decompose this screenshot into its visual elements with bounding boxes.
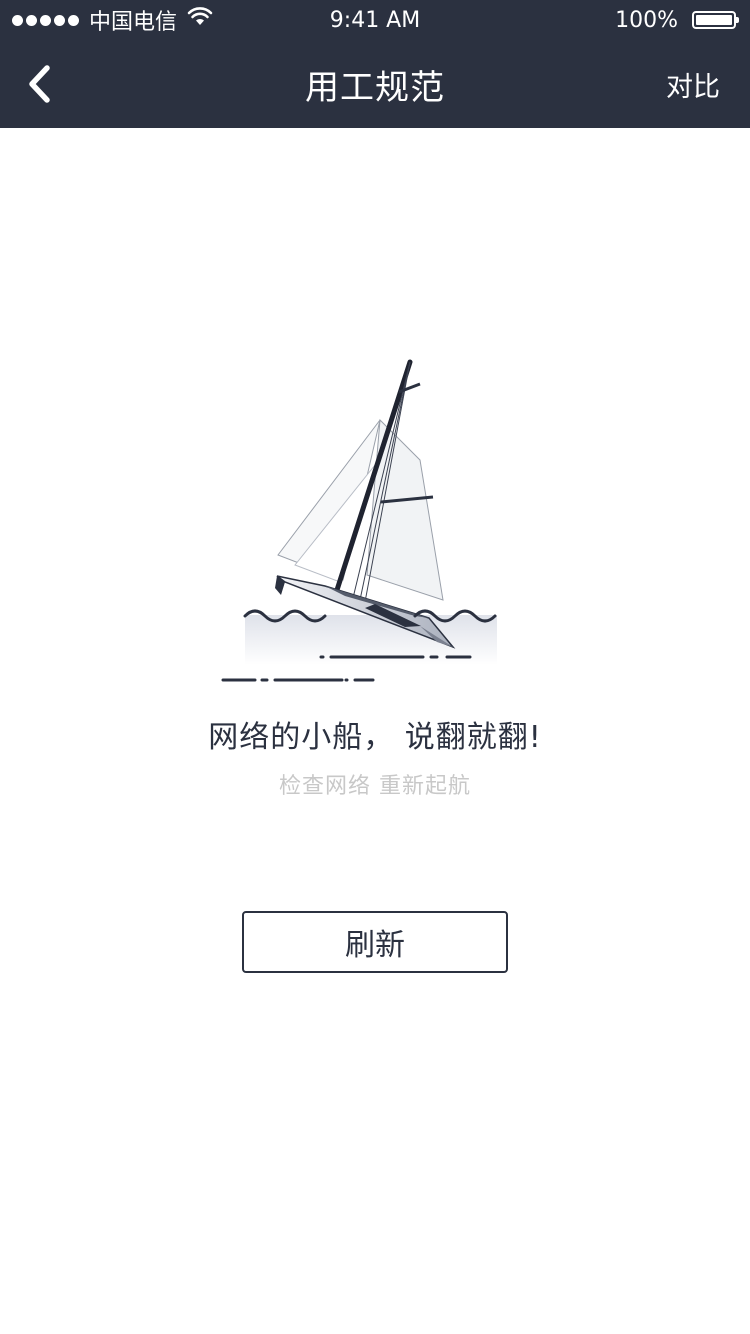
- screen: 中国电信 9:41 AM 100% 用工规范 对比 网络的小船， 说翻就翻! 检…: [0, 0, 750, 1334]
- navigation-bar: 用工规范 对比: [0, 40, 750, 128]
- empty-state-headline: 网络的小船， 说翻就翻!: [208, 720, 542, 755]
- battery-percentage: 100%: [615, 7, 678, 33]
- compare-button[interactable]: 对比: [666, 40, 720, 128]
- refresh-button[interactable]: 刷新: [242, 911, 508, 973]
- status-bar: 中国电信 9:41 AM 100%: [0, 0, 750, 40]
- sailboat-illustration: [221, 359, 497, 682]
- battery-icon: [692, 11, 739, 29]
- status-right: 100%: [615, 0, 739, 40]
- empty-state-subline: 检查网络 重新起航: [279, 774, 471, 799]
- page-title: 用工规范: [305, 67, 445, 108]
